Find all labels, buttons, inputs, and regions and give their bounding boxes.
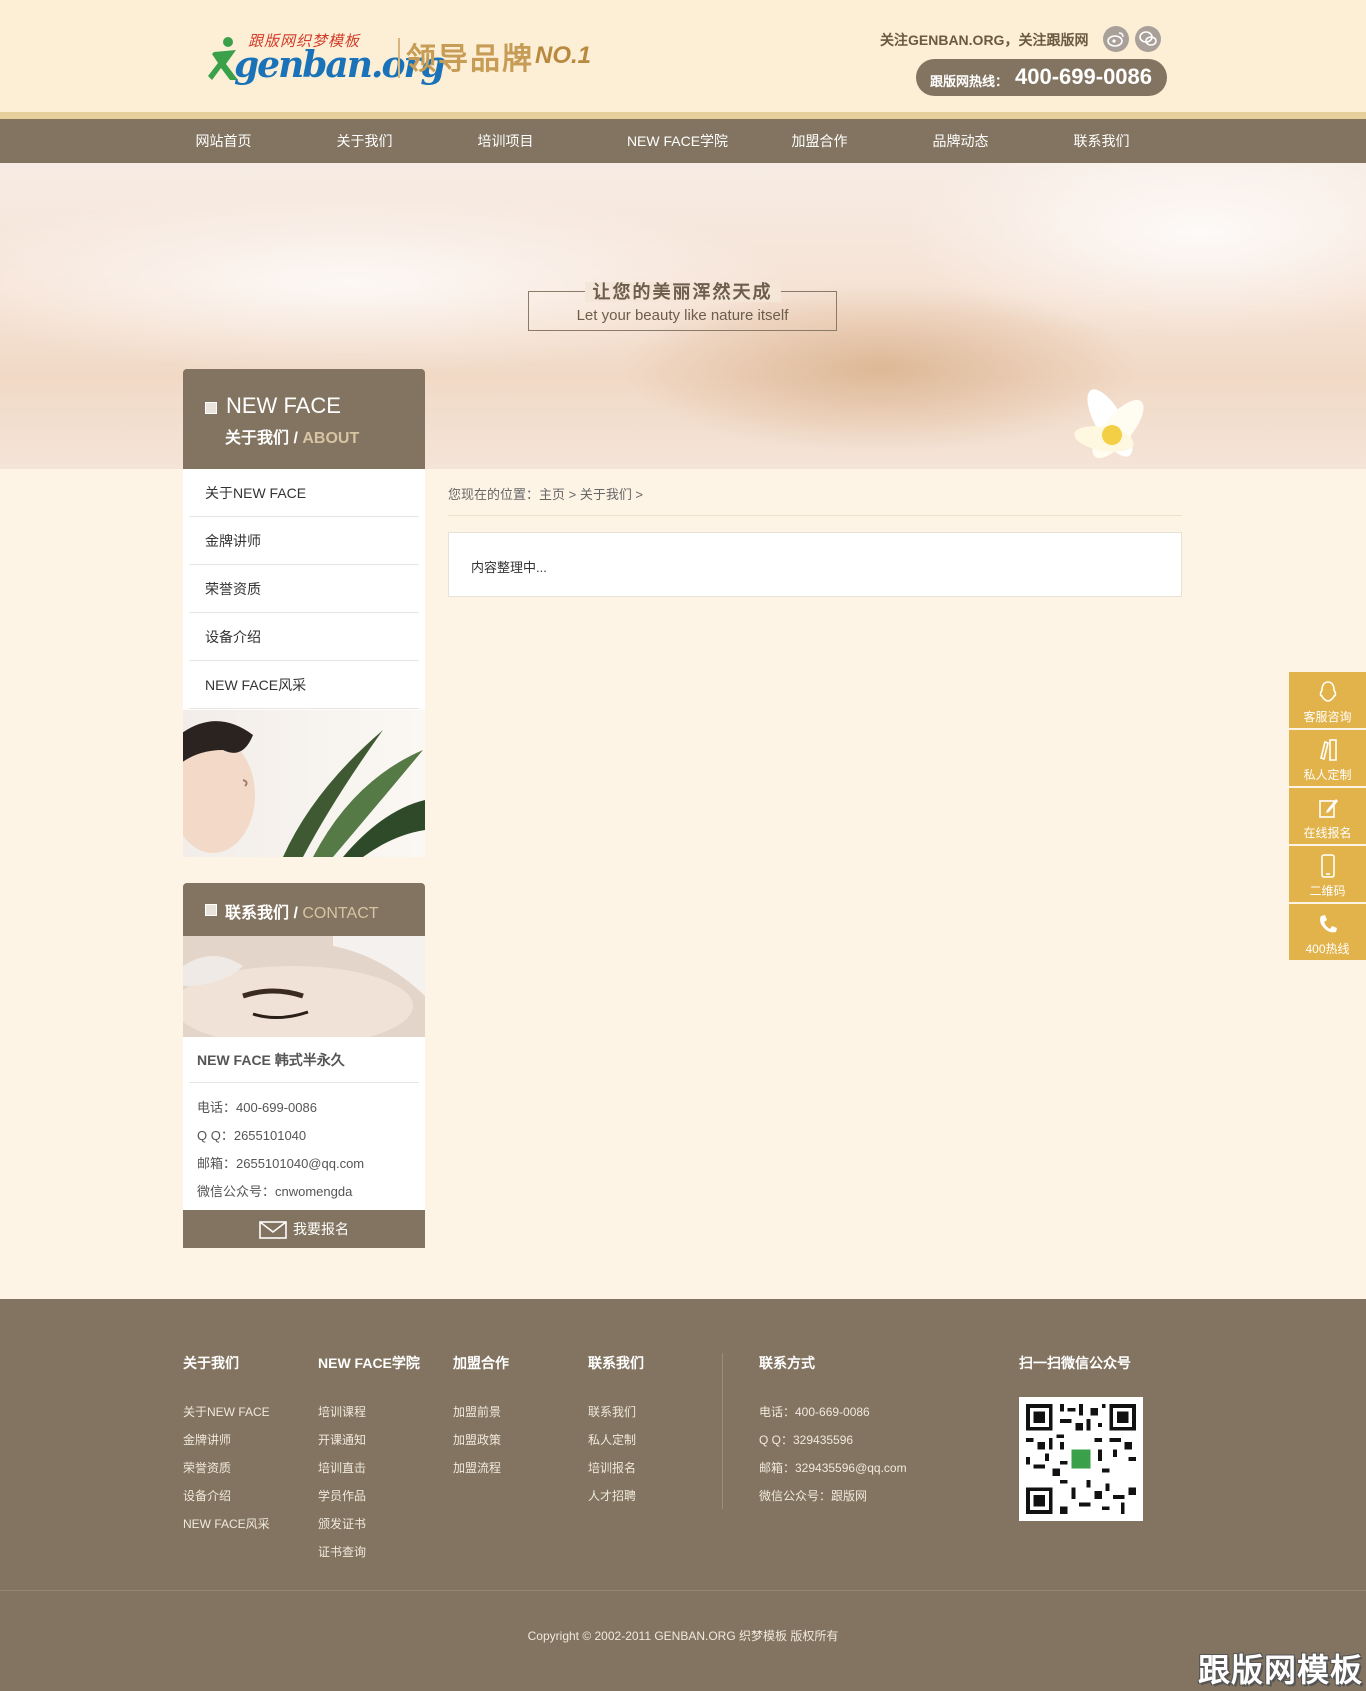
footer-link[interactable]: 私人定制: [588, 1431, 636, 1448]
hotline-badge[interactable]: 跟版网热线： 400-699-0086: [916, 59, 1167, 96]
header: 跟版网织梦模板 genban.org 领导品牌 NO.1 关注GENBAN.OR…: [0, 0, 1366, 112]
footer-link[interactable]: 荣誉资质: [183, 1459, 231, 1476]
square-bullet-icon: [205, 402, 217, 414]
sidebar-menu: 关于NEW FACE 金牌讲师 荣誉资质 设备介绍 NEW FACE风采: [183, 469, 425, 857]
footer-link[interactable]: 金牌讲师: [183, 1431, 231, 1448]
edit-icon: [1319, 799, 1338, 818]
footer-link[interactable]: 关于NEW FACE: [183, 1403, 270, 1420]
sidebar-item-lecturers[interactable]: 金牌讲师: [189, 517, 419, 565]
sidebar-title: NEW FACE: [226, 393, 341, 418]
contact-wechat: 微信公众号：cnwomengda: [197, 1184, 353, 1199]
sidebar-item-honors[interactable]: 荣誉资质: [189, 565, 419, 613]
footer-link[interactable]: 学员作品: [318, 1487, 366, 1504]
breadcrumb[interactable]: 您现在的位置：主页 > 关于我们 >: [448, 484, 643, 503]
contact-card: NEW FACE 韩式半永久 电话：400-699-0086 Q Q：26551…: [183, 936, 425, 1248]
float-item-qrcode[interactable]: 二维码: [1289, 846, 1366, 902]
contact-photo: [183, 936, 425, 1037]
follow-text: 关注GENBAN.ORG，关注跟版网: [880, 32, 1089, 48]
qq-icon: [1319, 681, 1337, 702]
sidebar-item-equipment[interactable]: 设备介绍: [189, 613, 419, 661]
contact-phone: 电话：400-699-0086: [197, 1100, 317, 1115]
header-divider: [0, 112, 1366, 119]
footer-contact-wechat: 微信公众号：跟版网: [759, 1489, 868, 1503]
footer-contact-phone: 电话：400-669-0086: [759, 1405, 870, 1419]
divider: [0, 1590, 1366, 1591]
divider: [722, 1353, 723, 1509]
site-logo[interactable]: 跟版网织梦模板 genban.org: [208, 30, 446, 86]
watermark: 跟版网模板: [1198, 1652, 1364, 1688]
call-icon: [1320, 915, 1337, 933]
footer-link[interactable]: 培训直击: [318, 1459, 366, 1476]
weibo-icon[interactable]: [1103, 26, 1129, 52]
float-item-custom[interactable]: 私人定制: [1289, 730, 1366, 786]
contact-brand-name: NEW FACE 韩式半永久: [197, 1052, 345, 1068]
footer-link[interactable]: 加盟政策: [453, 1431, 501, 1448]
footer-link[interactable]: 培训课程: [318, 1403, 366, 1420]
sidebar-photo: [183, 710, 425, 857]
contact-title: 联系我们 / CONTACT: [225, 905, 379, 922]
nav-item-news[interactable]: 品牌动态: [923, 119, 998, 163]
footer-col-title: 关于我们: [183, 1355, 239, 1371]
nav-item-academy[interactable]: NEW FACE学院: [620, 119, 735, 163]
footer-link[interactable]: NEW FACE风采: [183, 1515, 270, 1532]
copyright: Copyright © 2002-2011 GENBAN.ORG 织梦模板 版权…: [527, 1629, 839, 1643]
float-item-hotline[interactable]: 400热线: [1289, 904, 1366, 960]
footer-link[interactable]: 证书查询: [318, 1543, 366, 1560]
footer-link[interactable]: 联系我们: [588, 1403, 636, 1420]
slogan-badge: NO.1: [535, 42, 592, 69]
divider: [189, 1082, 419, 1083]
nav-item-franchise[interactable]: 加盟合作: [782, 119, 857, 163]
banner-subtitle: Let your beauty like nature itself: [576, 307, 789, 324]
sidebar-item-about-newface[interactable]: 关于NEW FACE: [189, 469, 419, 517]
sidebar-subtitle: 关于我们 / ABOUT: [225, 430, 360, 447]
float-item-service[interactable]: 客服咨询: [1289, 672, 1366, 728]
footer-link[interactable]: 人才招聘: [588, 1487, 636, 1504]
footer-col-title: NEW FACE学院: [318, 1355, 420, 1371]
contact-qq: Q Q：2655101040: [197, 1128, 307, 1143]
footer-link[interactable]: 加盟流程: [453, 1459, 501, 1476]
flower-icon: [1074, 389, 1144, 459]
wechat-qr-code: [1019, 1397, 1143, 1521]
contact-header: 联系我们 / CONTACT: [183, 883, 425, 936]
footer-contact-email: 邮箱：329435596@qq.com: [759, 1461, 907, 1475]
content-panel: 内容整理中...: [448, 532, 1182, 597]
content-text: 内容整理中...: [471, 560, 547, 575]
divider: [448, 515, 1182, 516]
phone-icon: [1321, 854, 1335, 878]
main-nav: 网站首页 关于我们 培训项目 NEW FACE学院 加盟合作 品牌动态 联系我们: [0, 119, 1366, 163]
slogan-divider: [398, 38, 400, 78]
footer-link[interactable]: 开课通知: [318, 1431, 366, 1448]
banner-title: 让您的美丽浑然天成: [528, 278, 837, 304]
signup-button[interactable]: 我要报名: [183, 1210, 425, 1248]
footer-contact-qq: Q Q：329435596: [759, 1433, 854, 1447]
wechat-icon[interactable]: [1135, 26, 1161, 52]
nav-item-about[interactable]: 关于我们: [327, 119, 402, 163]
hotline-number: 400-699-0086: [1015, 64, 1153, 89]
float-item-signup[interactable]: 在线报名: [1289, 788, 1366, 844]
slogan: 领导品牌: [406, 43, 534, 76]
footer-col-title: 加盟合作: [453, 1355, 509, 1371]
contact-email: 邮箱：2655101040@qq.com: [197, 1156, 365, 1171]
nav-item-home[interactable]: 网站首页: [186, 119, 261, 163]
pencil-ruler-icon: [1320, 739, 1337, 761]
footer-contact-title: 联系方式: [759, 1355, 815, 1371]
footer: 关于我们 关于NEW FACE 金牌讲师 荣誉资质 设备介绍 NEW FACE风…: [0, 1299, 1366, 1691]
sidebar-header: NEW FACE 关于我们 / ABOUT: [183, 369, 425, 469]
hotline-label: 跟版网热线：: [930, 74, 1009, 89]
footer-link[interactable]: 设备介绍: [183, 1487, 231, 1504]
footer-col-title: 联系我们: [588, 1355, 644, 1371]
nav-item-contact[interactable]: 联系我们: [1064, 119, 1139, 163]
sidebar-item-gallery[interactable]: NEW FACE风采: [189, 661, 419, 709]
square-bullet-icon: [205, 904, 217, 916]
nav-item-training[interactable]: 培训项目: [468, 119, 543, 163]
envelope-icon: [259, 1221, 287, 1240]
footer-link[interactable]: 颁发证书: [318, 1515, 366, 1532]
footer-qr-title: 扫一扫微信公众号: [1019, 1355, 1131, 1371]
footer-link[interactable]: 加盟前景: [453, 1403, 501, 1420]
footer-link[interactable]: 培训报名: [588, 1459, 636, 1476]
